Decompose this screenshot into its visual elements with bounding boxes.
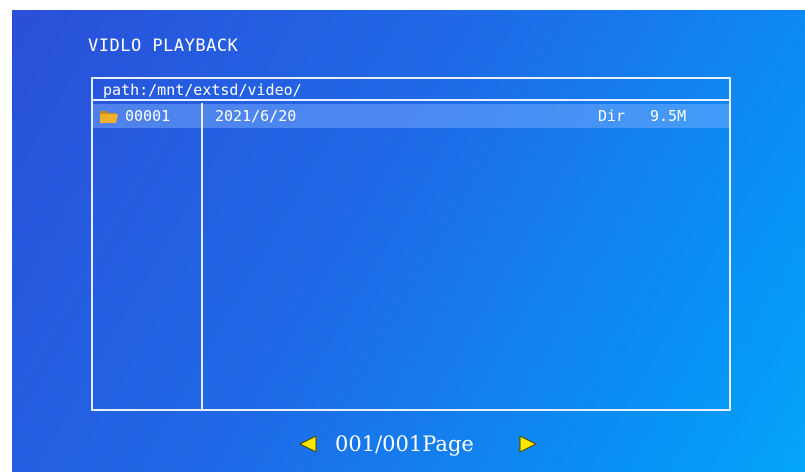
file-name-cell[interactable]: 00001 [93, 104, 201, 128]
file-date: 2021/6/20 [215, 107, 297, 125]
file-type: Dir [598, 107, 626, 125]
file-browser-panel: path:/mnt/extsd/video/ 00001 2021/6/20 D… [91, 77, 731, 411]
left-arrow-icon[interactable] [298, 435, 318, 453]
file-name: 00001 [125, 107, 171, 125]
playback-screen: VIDLO PLAYBACK path:/mnt/extsd/video/ 00… [12, 10, 805, 472]
file-info-cell[interactable]: 2021/6/20 Dir 9.5M [203, 104, 729, 128]
column-divider [201, 103, 203, 409]
folder-icon [100, 111, 118, 123]
page-title: VIDLO PLAYBACK [88, 36, 239, 56]
path-bar: path:/mnt/extsd/video/ [93, 79, 729, 101]
page-indicator: 001/001Page [335, 432, 474, 456]
file-row[interactable]: 00001 2021/6/20 Dir 9.5M [93, 104, 729, 128]
file-size: 9.5M [650, 107, 687, 125]
pagination: 001/001Page [288, 431, 548, 457]
right-arrow-icon[interactable] [518, 435, 538, 453]
